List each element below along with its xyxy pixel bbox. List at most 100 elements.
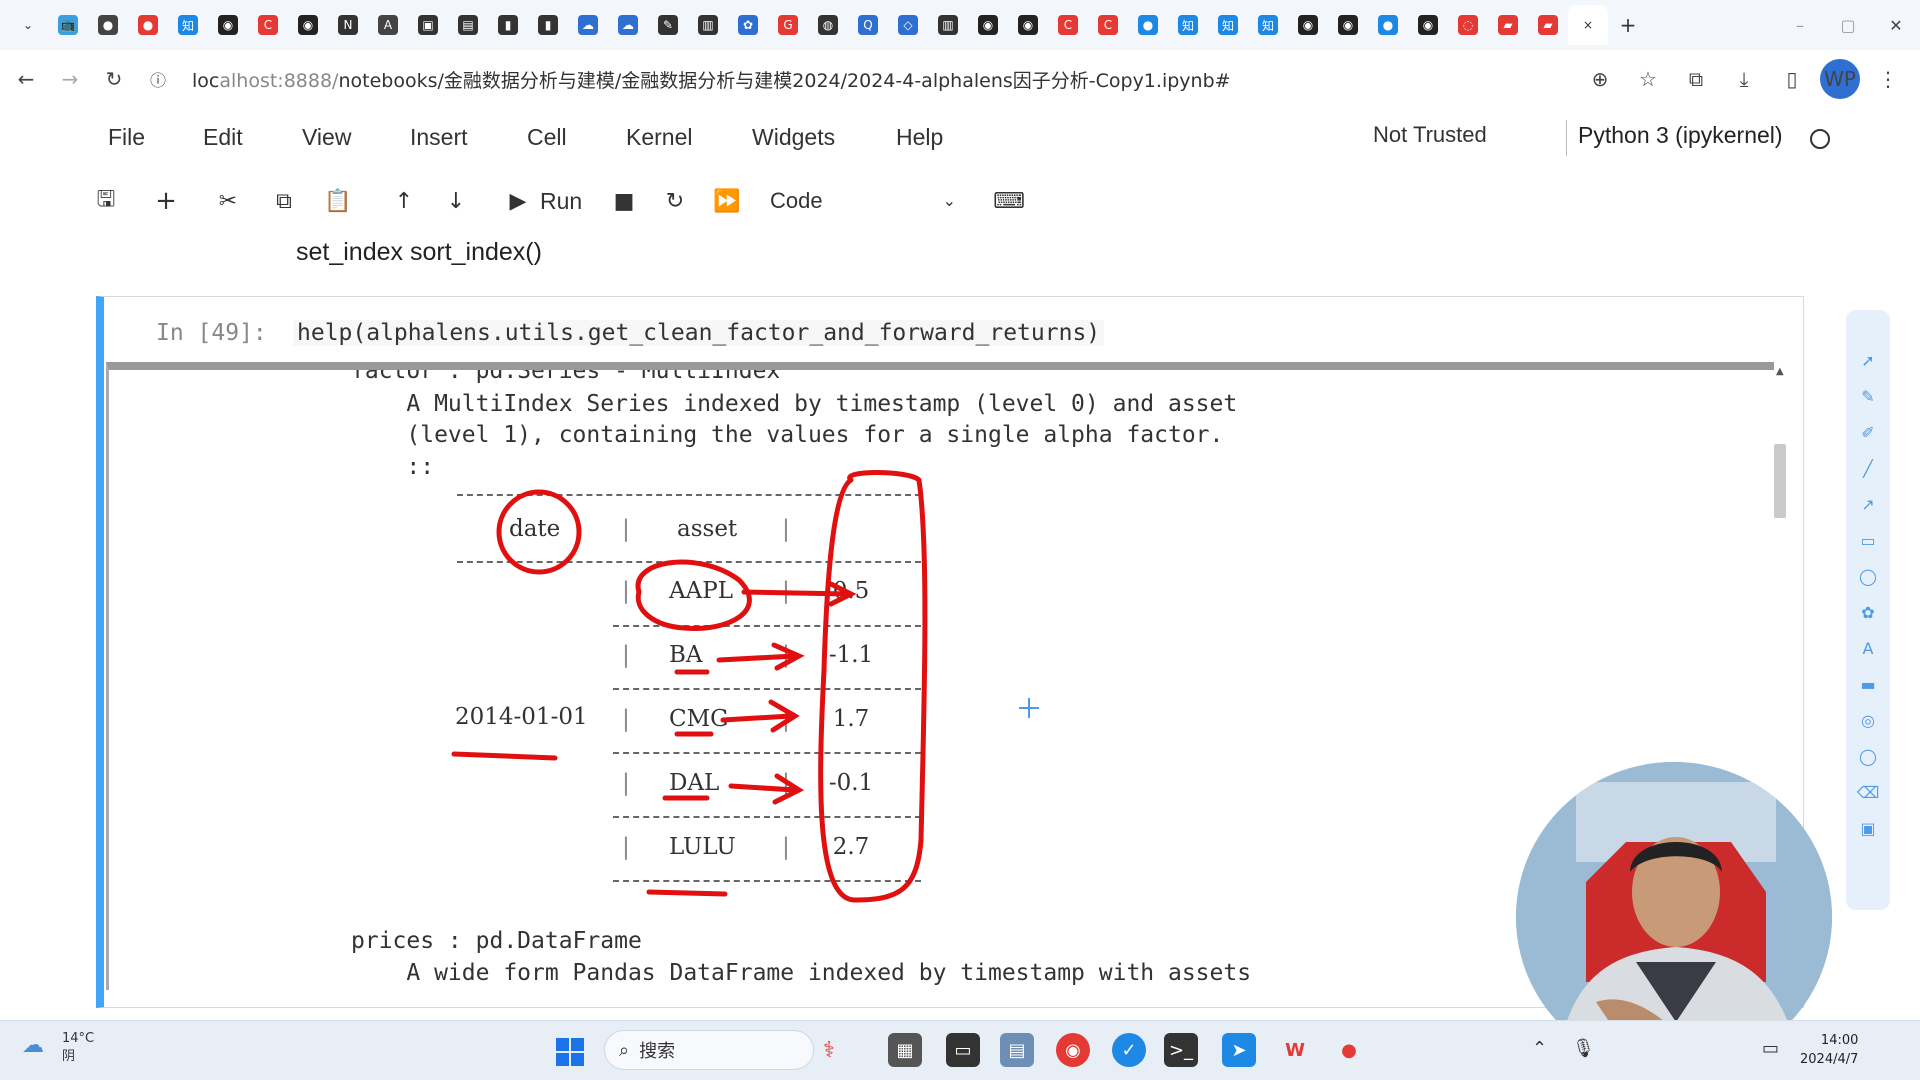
system-clock[interactable]: 14:00 2024/4/7 <box>1800 1031 1858 1069</box>
restart-run-all-icon[interactable]: ⏩ <box>712 182 742 220</box>
line-icon[interactable]: ╱ <box>1858 458 1878 478</box>
wps-icon[interactable]: W <box>1278 1033 1312 1067</box>
menu-cell[interactable]: Cell <box>527 124 567 151</box>
trust-status[interactable]: Not Trusted <box>1373 122 1487 148</box>
new-tab-icon[interactable]: + <box>1608 5 1648 45</box>
restart-icon[interactable]: ↻ <box>660 182 690 220</box>
cloud-icon[interactable]: ☁ <box>608 5 648 45</box>
globe-icon[interactable]: ◍ <box>808 5 848 45</box>
weather-widget[interactable]: 14°C 阴 <box>62 1030 94 1066</box>
profile-avatar[interactable]: WP <box>1820 59 1860 99</box>
c-icon[interactable]: C <box>1048 5 1088 45</box>
menu-edit[interactable]: Edit <box>203 124 243 151</box>
forward-icon[interactable]: → <box>52 61 88 97</box>
minimize-icon[interactable]: – <box>1776 16 1824 35</box>
terminal-app-icon[interactable]: >_ <box>1164 1033 1198 1067</box>
remote-app-icon[interactable]: ➤ <box>1222 1033 1256 1067</box>
circle-icon[interactable]: ● <box>1128 5 1168 45</box>
zhihu-icon[interactable]: 知 <box>168 5 208 45</box>
pen-icon[interactable]: ✎ <box>1858 386 1878 406</box>
ring-icon[interactable]: ◌ <box>1448 5 1488 45</box>
github-icon[interactable]: ◉ <box>288 5 328 45</box>
cloud-icon[interactable]: ☁ <box>568 5 608 45</box>
doc-icon[interactable]: ▤ <box>448 5 488 45</box>
rectangle-icon[interactable]: ▭ <box>1858 530 1878 550</box>
circle-icon[interactable]: ● <box>1368 5 1408 45</box>
spotlight-icon[interactable]: ◎ <box>1858 710 1878 730</box>
menu-file[interactable]: File <box>108 124 145 151</box>
github-icon[interactable]: ◉ <box>208 5 248 45</box>
run-button[interactable]: Run <box>540 182 582 220</box>
chat-icon[interactable]: ● <box>88 5 128 45</box>
zhihu-icon[interactable]: 知 <box>1208 5 1248 45</box>
zhihu-icon[interactable]: 知 <box>1248 5 1288 45</box>
copy-icon[interactable]: ⧉ <box>268 182 300 220</box>
paw-icon[interactable]: ✿ <box>728 5 768 45</box>
url-field[interactable]: localhost:8888/notebooks/金融数据分析与建模/金融数据分… <box>192 66 1580 93</box>
code-input[interactable]: help(alphalens.utils.get_clean_factor_an… <box>293 320 1105 346</box>
book-icon[interactable]: ▥ <box>928 5 968 45</box>
cut-icon[interactable]: ✂ <box>212 182 244 220</box>
menu-help[interactable]: Help <box>896 124 943 151</box>
run-icon[interactable]: ▶ <box>503 182 533 220</box>
tab-list-chevron-icon[interactable]: ⌄ <box>8 5 48 45</box>
whiteboard-icon[interactable]: ▬ <box>1858 674 1878 694</box>
video-icon[interactable]: ▣ <box>408 5 448 45</box>
extensions-icon[interactable]: ⧉ <box>1676 59 1716 99</box>
insert-cell-icon[interactable]: + <box>150 182 182 220</box>
cell-type-select[interactable]: Code ⌄ <box>760 182 966 220</box>
c-icon[interactable]: C <box>248 5 288 45</box>
kernel-name[interactable]: Python 3 (ipykernel) <box>1578 122 1783 149</box>
text-icon[interactable]: A <box>1858 638 1878 658</box>
bookmark-star-icon[interactable]: ☆ <box>1628 59 1668 99</box>
ellipse-icon[interactable]: ◯ <box>1858 566 1878 586</box>
recorder-icon[interactable]: ● <box>1332 1033 1366 1067</box>
arrow-icon[interactable]: ↗ <box>1858 494 1878 514</box>
site-info-icon[interactable]: ⓘ <box>140 61 176 97</box>
pdf-icon[interactable]: ▰ <box>1488 5 1528 45</box>
microphone-icon[interactable]: 🎙 <box>1572 1038 1595 1059</box>
highlighter-icon[interactable]: ✐ <box>1858 422 1878 442</box>
clear-icon[interactable]: ▣ <box>1858 818 1878 838</box>
scroll-up-icon[interactable]: ▲ <box>1776 366 1784 377</box>
menu-widgets[interactable]: Widgets <box>752 124 835 151</box>
pointer-icon[interactable]: ➚ <box>1858 350 1878 370</box>
keyboard-icon[interactable]: ⌨ <box>993 182 1025 220</box>
ai-icon[interactable]: A <box>368 5 408 45</box>
book-icon[interactable]: ▥ <box>688 5 728 45</box>
terminal-icon[interactable]: ▮ <box>488 5 528 45</box>
notion-icon[interactable]: N <box>328 5 368 45</box>
file-explorer-icon[interactable]: ▦ <box>888 1033 922 1067</box>
github-icon[interactable]: ◉ <box>1288 5 1328 45</box>
zoom-tool-icon[interactable]: ◯ <box>1858 746 1878 766</box>
download-icon[interactable]: ⤓ <box>1724 59 1764 99</box>
v-app-icon[interactable]: ✓ <box>1112 1033 1146 1067</box>
github-icon[interactable]: ◉ <box>1328 5 1368 45</box>
eraser-icon[interactable]: ⌫ <box>1857 782 1880 802</box>
zoom-icon[interactable]: ⊕ <box>1580 59 1620 99</box>
zhihu-icon[interactable]: 知 <box>1168 5 1208 45</box>
google-icon[interactable]: G <box>768 5 808 45</box>
terminal-icon[interactable]: ▮ <box>528 5 568 45</box>
menu-insert[interactable]: Insert <box>410 124 468 151</box>
database-app-icon[interactable]: ▤ <box>1000 1033 1034 1067</box>
battery-icon[interactable]: ▭ <box>1762 1038 1779 1059</box>
q-icon[interactable]: Q <box>848 5 888 45</box>
move-down-icon[interactable]: ↓ <box>440 182 472 220</box>
github-icon[interactable]: ◉ <box>1408 5 1448 45</box>
bilibili-icon[interactable]: 📺 <box>48 5 88 45</box>
monitor-app-icon[interactable]: ▭ <box>946 1033 980 1067</box>
more-menu-icon[interactable]: ⋮ <box>1868 59 1908 99</box>
sidebar-icon[interactable]: ▯ <box>1772 59 1812 99</box>
taskbar-search[interactable]: ⌕ 搜索 <box>604 1030 814 1070</box>
menu-view[interactable]: View <box>302 124 351 151</box>
paste-icon[interactable]: 📋 <box>322 182 354 220</box>
fill-icon[interactable]: ✿ <box>1858 602 1878 622</box>
close-tab-icon[interactable]: × <box>1568 5 1608 45</box>
maximize-icon[interactable]: ▢ <box>1824 16 1872 35</box>
pdf-icon[interactable]: ▰ <box>1528 5 1568 45</box>
back-icon[interactable]: ← <box>8 61 44 97</box>
vscode-icon[interactable]: ◇ <box>888 5 928 45</box>
chrome-icon[interactable]: ◉ <box>1056 1033 1090 1067</box>
python-icon[interactable]: ✎ <box>648 5 688 45</box>
